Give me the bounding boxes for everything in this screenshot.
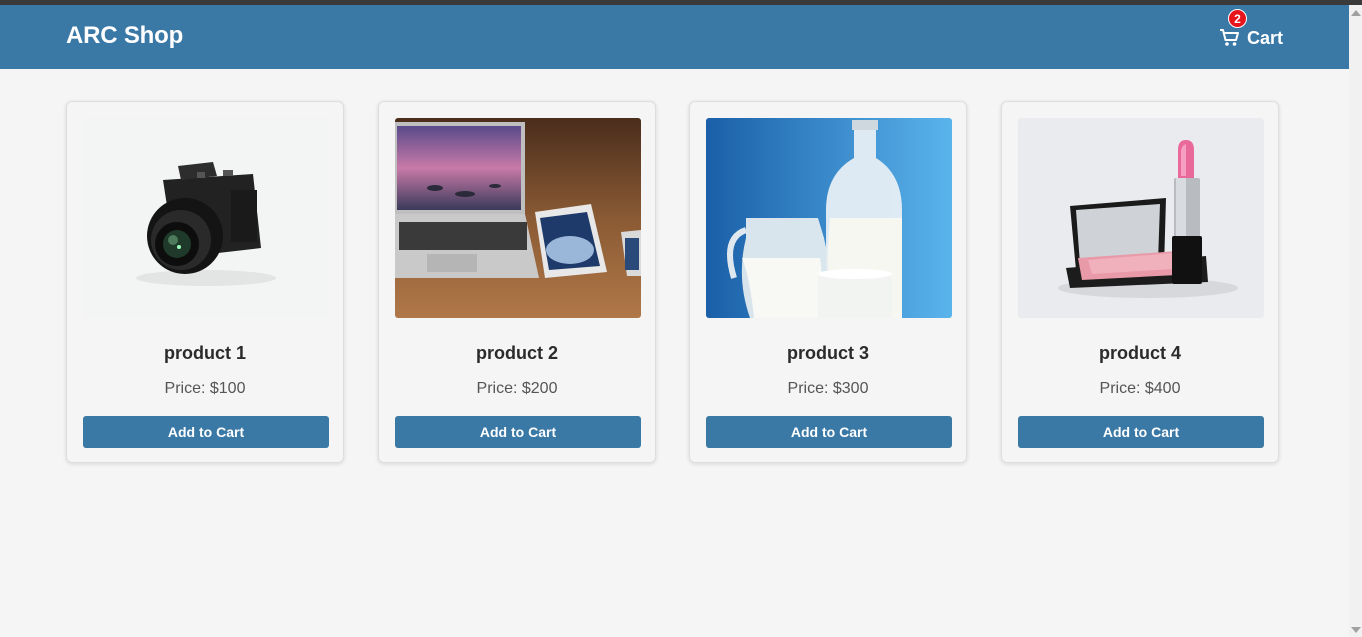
product-price: Price: $100	[164, 380, 246, 397]
product-card: product 4 Price: $400 Add to Cart	[1001, 101, 1279, 463]
product-card: product 1 Price: $100 Add to Cart	[66, 101, 344, 463]
add-to-cart-button[interactable]: Add to Cart	[706, 416, 952, 448]
brand-logo[interactable]: ARC Shop	[66, 22, 183, 50]
add-to-cart-button[interactable]: Add to Cart	[395, 416, 641, 448]
product-card: product 2 Price: $200 Add to Cart	[378, 101, 656, 463]
product-price: Price: $200	[476, 380, 558, 397]
product-image-laptop-and-tablets	[395, 118, 641, 318]
cart-count-badge: 2	[1228, 9, 1247, 28]
product-name: product 2	[475, 343, 558, 363]
product-price: Price: $400	[1099, 380, 1181, 397]
product-name: product 3	[786, 343, 869, 363]
cart-label: Cart	[1247, 27, 1284, 48]
scroll-up-arrow-icon[interactable]	[1351, 10, 1361, 16]
vertical-scrollbar[interactable]	[1349, 5, 1362, 637]
product-image-milk-bottles	[706, 118, 952, 318]
product-card: product 3 Price: $300 Add to Cart	[689, 101, 967, 463]
product-image-camera	[83, 118, 329, 318]
product-price: Price: $300	[787, 380, 869, 397]
product-image-lipstick-and-blush	[1018, 118, 1264, 318]
product-name: product 4	[1098, 343, 1181, 363]
site-header: ARC Shop Cart	[0, 5, 1349, 69]
cart-icon	[1219, 28, 1241, 48]
add-to-cart-button[interactable]: Add to Cart	[83, 416, 329, 448]
cart-button[interactable]: Cart	[1219, 23, 1283, 53]
add-to-cart-button[interactable]: Add to Cart	[1018, 416, 1264, 448]
product-name: product 1	[163, 343, 246, 363]
scroll-down-arrow-icon[interactable]	[1351, 627, 1361, 633]
